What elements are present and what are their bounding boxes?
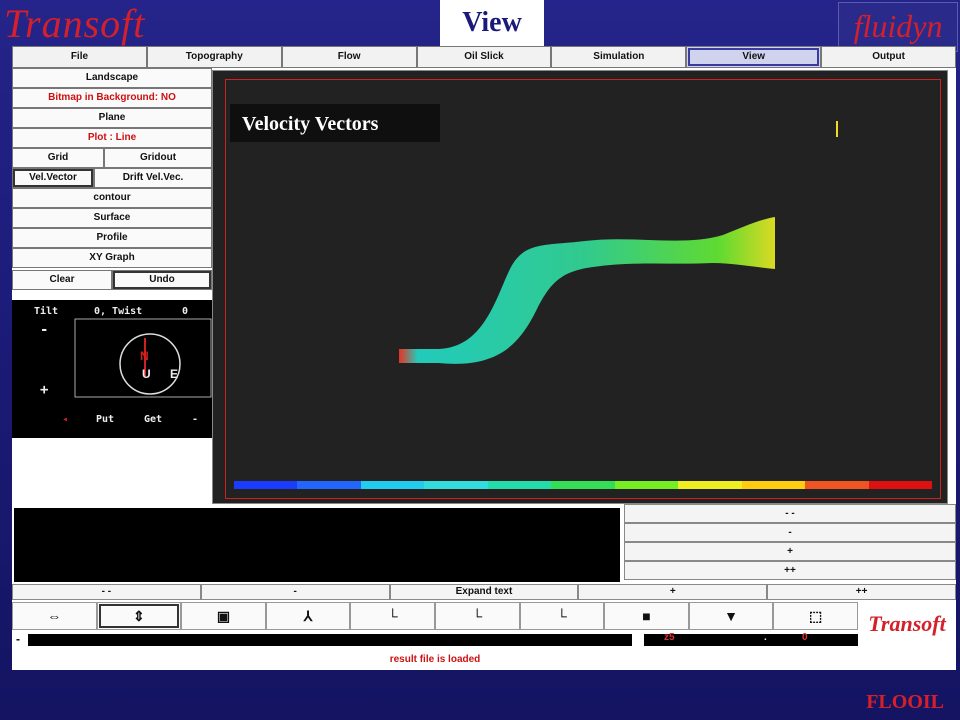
color-legend-bar xyxy=(234,481,932,489)
contour-button[interactable]: contour xyxy=(12,188,212,208)
expand-plus-button[interactable]: + xyxy=(578,584,768,600)
color-legend-segment xyxy=(868,481,932,489)
menu-file[interactable]: File xyxy=(12,46,147,68)
step-minus-minus-button[interactable]: - - xyxy=(624,504,956,523)
profile-button[interactable]: Profile xyxy=(12,228,212,248)
color-legend-segment xyxy=(360,481,425,489)
axes-zx-icon[interactable]: └ xyxy=(519,602,605,630)
color-legend-segment xyxy=(614,481,679,489)
landscape-button[interactable]: Landscape xyxy=(12,68,212,88)
app-window: File Topography Flow Oil Slick Simulatio… xyxy=(12,46,957,670)
text-size-steps: - - - + ++ xyxy=(624,504,956,584)
vel-vector-button[interactable]: Vel.Vector xyxy=(12,168,94,188)
app-name-label: FLOOIL xyxy=(866,691,944,713)
readout-value: 0 xyxy=(802,632,808,643)
tilt-minus-button[interactable]: - xyxy=(40,322,48,338)
clear-button[interactable]: Clear xyxy=(12,270,112,290)
rotate-minus-button[interactable]: - xyxy=(192,414,198,425)
color-legend-segment xyxy=(741,481,806,489)
drift-vel-vec-button[interactable]: Drift Vel.Vec. xyxy=(94,168,212,188)
value-readout: z5 . 0 xyxy=(644,632,858,646)
color-legend-segment xyxy=(487,481,552,489)
compass-n-label: N xyxy=(140,349,149,363)
pan-icon[interactable]: ⇔ xyxy=(12,602,97,630)
z-value: z5 xyxy=(664,632,675,643)
menu-oil-slick[interactable]: Oil Slick xyxy=(416,46,552,68)
compass-e-label: E xyxy=(170,367,178,381)
plot-type-toggle[interactable]: Plot : Line xyxy=(12,128,212,148)
gridout-button[interactable]: Gridout xyxy=(104,148,212,168)
menu-flow[interactable]: Flow xyxy=(281,46,417,68)
get-button[interactable]: Get xyxy=(144,414,162,425)
fluidyn-logo: fluidyn xyxy=(838,2,958,52)
cube-icon[interactable]: ⬚ xyxy=(773,602,858,630)
tilt-plus-button[interactable]: + xyxy=(40,382,48,398)
bitmap-background-toggle[interactable]: Bitmap in Background: NO xyxy=(12,88,212,108)
expand-minus-button[interactable]: - xyxy=(200,584,390,600)
plane-button[interactable]: Plane xyxy=(12,108,212,128)
color-legend-segment xyxy=(805,481,869,489)
axes-xy-icon[interactable]: └ xyxy=(350,602,435,630)
axes-zy-icon[interactable]: └ xyxy=(434,602,520,630)
transoft-logo: Transoft xyxy=(4,1,146,46)
text-console[interactable] xyxy=(14,508,620,582)
menu-view[interactable]: View xyxy=(686,46,822,68)
scroll-row: - z5 . 0 xyxy=(12,632,858,650)
twist-value: 0 xyxy=(182,306,189,317)
color-legend-segment xyxy=(551,481,615,489)
xy-graph-button[interactable]: XY Graph xyxy=(12,248,212,268)
grid-button[interactable]: Grid xyxy=(12,148,104,168)
step-plus-plus-button[interactable]: ++ xyxy=(624,561,956,580)
rotate-left-button[interactable]: ◂ xyxy=(62,414,68,425)
surface-button[interactable]: Surface xyxy=(12,208,212,228)
menu-output[interactable]: Output xyxy=(821,46,957,68)
flow-channel-vectors xyxy=(399,217,775,364)
frame-icon[interactable]: ▣ xyxy=(181,602,266,630)
velocity-vectors-label: Velocity Vectors xyxy=(230,104,440,142)
compass-icon[interactable]: N U E xyxy=(74,318,212,398)
step-plus-button[interactable]: + xyxy=(624,542,956,561)
color-legend-segment xyxy=(234,481,298,489)
tilt-label: Tilt xyxy=(34,306,59,317)
tilt-value: 0, Twist xyxy=(94,306,143,317)
scroll-track[interactable] xyxy=(28,634,632,646)
view-toolbar: ⇔ ⇕ ▣ ⅄ └ └ └ ■ ▼ ⬚ xyxy=(12,602,858,630)
scroll-minus-marker: - xyxy=(16,632,20,646)
color-legend-segment xyxy=(678,481,742,489)
readout-dot: . xyxy=(764,632,767,643)
bucket-icon[interactable]: ▼ xyxy=(688,602,774,630)
status-message: result file is loaded xyxy=(389,654,481,665)
menu-simulation[interactable]: Simulation xyxy=(551,46,687,68)
expand-minus-minus-button[interactable]: - - xyxy=(12,584,201,600)
expand-text-button[interactable]: Expand text xyxy=(389,584,579,600)
color-legend-segment xyxy=(297,481,361,489)
color-legend-segment xyxy=(424,481,488,489)
compass-u-label: U xyxy=(142,367,151,381)
expand-text-bar: - - - Expand text + ++ xyxy=(12,584,956,600)
put-button[interactable]: Put xyxy=(96,414,114,425)
menu-bar: File Topography Flow Oil Slick Simulatio… xyxy=(12,46,957,68)
orientation-widget: Tilt 0, Twist 0 - + N U E ◂ Put Get - xyxy=(12,300,212,438)
step-minus-button[interactable]: - xyxy=(624,523,956,542)
menu-topography[interactable]: Topography xyxy=(146,46,282,68)
transoft-small-logo: Transoft xyxy=(868,611,946,636)
page-title: View xyxy=(440,0,544,46)
expand-plus-plus-button[interactable]: ++ xyxy=(767,584,956,600)
fill-black-icon[interactable]: ■ xyxy=(604,602,689,630)
move-icon[interactable]: ⇕ xyxy=(96,602,182,630)
view-options-panel: Landscape Bitmap in Background: NO Plane… xyxy=(12,68,212,298)
undo-button[interactable]: Undo xyxy=(112,270,212,290)
axes-xyz-icon[interactable]: ⅄ xyxy=(265,602,351,630)
